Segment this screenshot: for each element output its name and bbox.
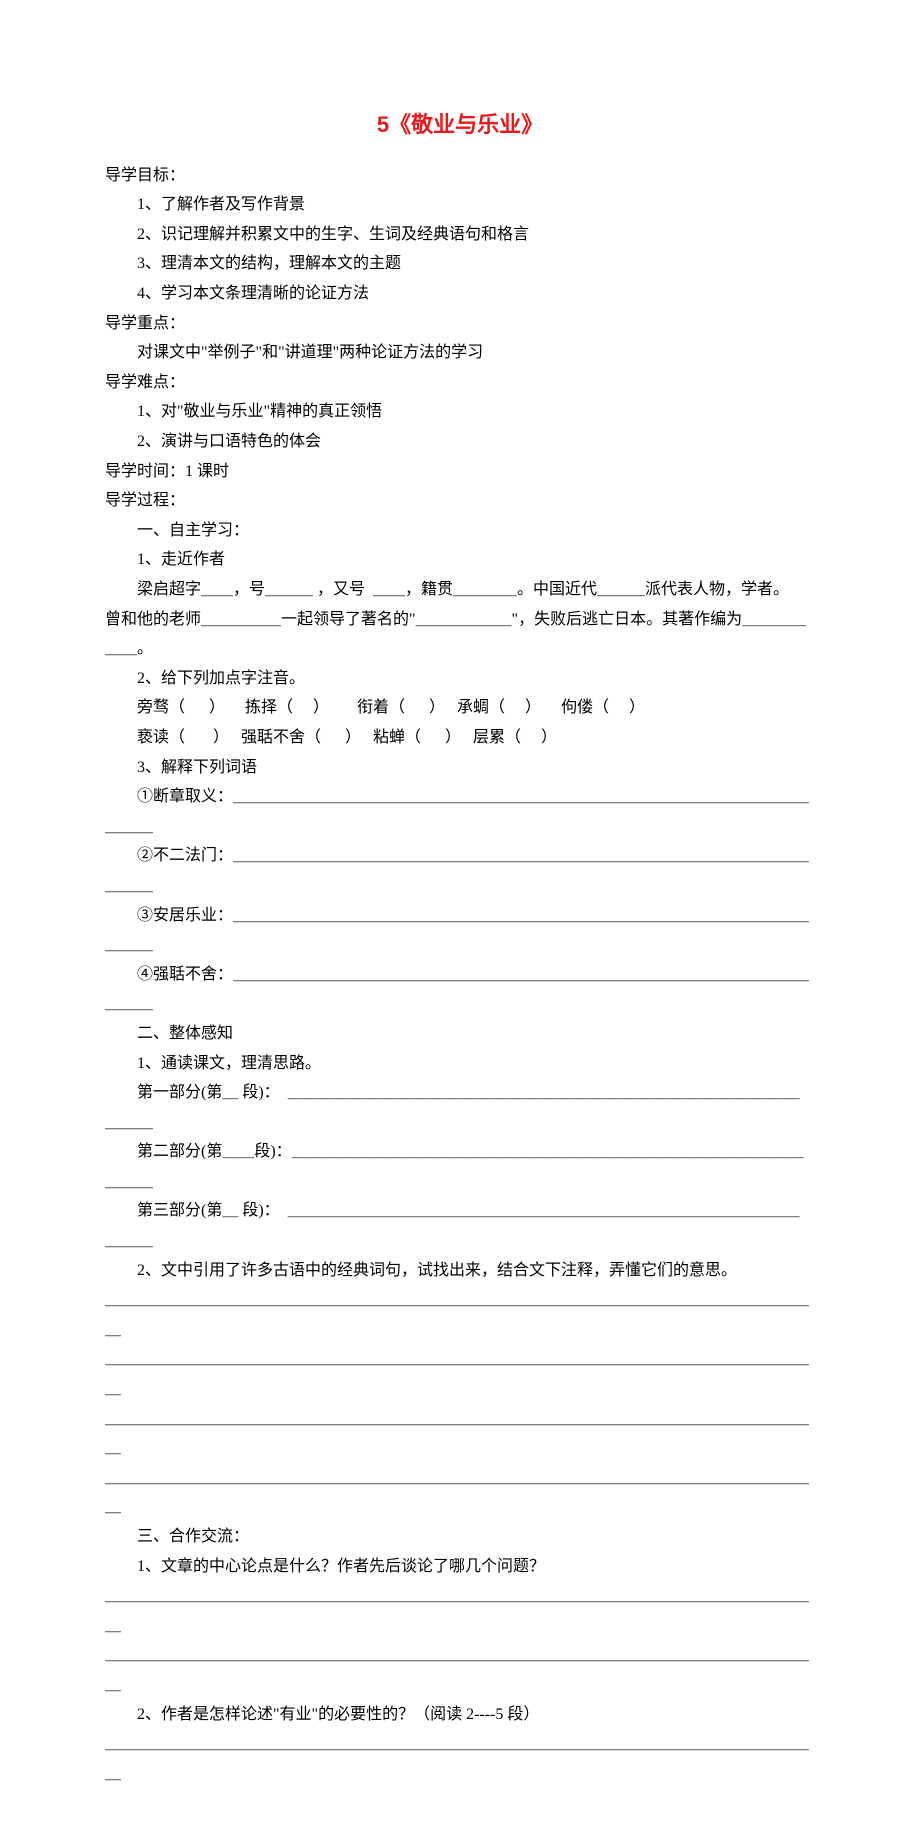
goal-item-2: 2、识记理解并积累文中的生字、生词及经典语句和格言 bbox=[105, 220, 815, 250]
section-focus-label: 导学重点： bbox=[105, 309, 815, 339]
overall-q2: 2、文中引用了许多古语中的经典词句，试找出来，结合文下注释，弄懂它们的意思。 bbox=[105, 1256, 815, 1286]
author-fill-line-2: 曾和他的老师＿＿＿＿＿一起领导了著名的"＿＿＿＿＿＿"，失败后逃亡日本。其著作编… bbox=[105, 605, 815, 664]
document-title: 5《敬业与乐业》 bbox=[105, 105, 815, 146]
blank-answer-line-2: ＿＿＿＿＿＿＿＿＿＿＿＿＿＿＿＿＿＿＿＿＿＿＿＿＿＿＿＿＿＿＿＿＿＿＿＿＿＿＿＿… bbox=[105, 1344, 815, 1403]
goal-item-1: 1、了解作者及写作背景 bbox=[105, 190, 815, 220]
pinyin-label: 2、给下列加点字注音。 bbox=[105, 664, 815, 694]
focus-text: 对课文中"举例子"和"讲道理"两种论证方法的学习 bbox=[105, 338, 815, 368]
blank-answer-line-5: ＿＿＿＿＿＿＿＿＿＿＿＿＿＿＿＿＿＿＿＿＿＿＿＿＿＿＿＿＿＿＿＿＿＿＿＿＿＿＿＿… bbox=[105, 1581, 815, 1640]
structure-part-1: 第一部分(第＿ 段)： ＿＿＿＿＿＿＿＿＿＿＿＿＿＿＿＿＿＿＿＿＿＿＿＿＿＿＿＿… bbox=[105, 1078, 815, 1137]
blank-answer-line-7: ＿＿＿＿＿＿＿＿＿＿＿＿＿＿＿＿＿＿＿＿＿＿＿＿＿＿＿＿＿＿＿＿＿＿＿＿＿＿＿＿… bbox=[105, 1729, 815, 1788]
process-label: 导学过程： bbox=[105, 486, 815, 516]
time-label: 导学时间：1 课时 bbox=[105, 457, 815, 487]
coop-q1: 1、文章的中心论点是什么？作者先后谈论了哪几个问题？ bbox=[105, 1552, 815, 1582]
author-fill-line-1: 梁启超字＿＿，号＿＿＿ ，又号 ＿＿，籍贯＿＿＿＿。中国近代＿＿＿派代表人物，学… bbox=[105, 575, 815, 605]
goal-item-4: 4、学习本文条理清晰的论证方法 bbox=[105, 279, 815, 309]
blank-answer-line-1: ＿＿＿＿＿＿＿＿＿＿＿＿＿＿＿＿＿＿＿＿＿＿＿＿＿＿＿＿＿＿＿＿＿＿＿＿＿＿＿＿… bbox=[105, 1285, 815, 1344]
blank-answer-line-3: ＿＿＿＿＿＿＿＿＿＿＿＿＿＿＿＿＿＿＿＿＿＿＿＿＿＿＿＿＿＿＿＿＿＿＿＿＿＿＿＿… bbox=[105, 1404, 815, 1463]
coop-q2: 2、作者是怎样论述"有业"的必要性的？（阅读 2----5 段） bbox=[105, 1700, 815, 1730]
blank-answer-line-4: ＿＿＿＿＿＿＿＿＿＿＿＿＿＿＿＿＿＿＿＿＿＿＿＿＿＿＿＿＿＿＿＿＿＿＿＿＿＿＿＿… bbox=[105, 1463, 815, 1522]
goal-item-3: 3、理清本文的结构，理解本文的主题 bbox=[105, 249, 815, 279]
author-label: 1、走近作者 bbox=[105, 545, 815, 575]
section-difficulty-label: 导学难点： bbox=[105, 368, 815, 398]
words-label: 3、解释下列词语 bbox=[105, 753, 815, 783]
overall-q1: 1、通读课文，理清思路。 bbox=[105, 1049, 815, 1079]
structure-part-3: 第三部分(第＿ 段)： ＿＿＿＿＿＿＿＿＿＿＿＿＿＿＿＿＿＿＿＿＿＿＿＿＿＿＿＿… bbox=[105, 1196, 815, 1255]
word-3: ③安居乐业：＿＿＿＿＿＿＿＿＿＿＿＿＿＿＿＿＿＿＿＿＿＿＿＿＿＿＿＿＿＿＿＿＿＿… bbox=[105, 901, 815, 960]
word-2: ②不二法门：＿＿＿＿＿＿＿＿＿＿＿＿＿＿＿＿＿＿＿＿＿＿＿＿＿＿＿＿＿＿＿＿＿＿… bbox=[105, 841, 815, 900]
blank-answer-line-6: ＿＿＿＿＿＿＿＿＿＿＿＿＿＿＿＿＿＿＿＿＿＿＿＿＿＿＿＿＿＿＿＿＿＿＿＿＿＿＿＿… bbox=[105, 1640, 815, 1699]
difficulty-item-1: 1、对"敬业与乐业"精神的真正领悟 bbox=[105, 397, 815, 427]
pinyin-line-2: 亵读（ ） 强聒不舍（ ） 粘蝉（ ） 层累（ ） bbox=[105, 723, 815, 753]
self-study-label: 一、自主学习： bbox=[105, 516, 815, 546]
coop-label: 三、合作交流： bbox=[105, 1522, 815, 1552]
word-4: ④强聒不舍：＿＿＿＿＿＿＿＿＿＿＿＿＿＿＿＿＿＿＿＿＿＿＿＿＿＿＿＿＿＿＿＿＿＿… bbox=[105, 960, 815, 1019]
section-goal-label: 导学目标： bbox=[105, 161, 815, 191]
pinyin-line-1: 旁骛（ ） 拣择（ ） 衔着（ ） 承蜩（ ） 佝偻（ ） bbox=[105, 693, 815, 723]
difficulty-item-2: 2、演讲与口语特色的体会 bbox=[105, 427, 815, 457]
overall-label: 二、整体感知 bbox=[105, 1019, 815, 1049]
word-1: ①断章取义：＿＿＿＿＿＿＿＿＿＿＿＿＿＿＿＿＿＿＿＿＿＿＿＿＿＿＿＿＿＿＿＿＿＿… bbox=[105, 782, 815, 841]
structure-part-2: 第二部分(第＿＿段)：＿＿＿＿＿＿＿＿＿＿＿＿＿＿＿＿＿＿＿＿＿＿＿＿＿＿＿＿＿… bbox=[105, 1137, 815, 1196]
